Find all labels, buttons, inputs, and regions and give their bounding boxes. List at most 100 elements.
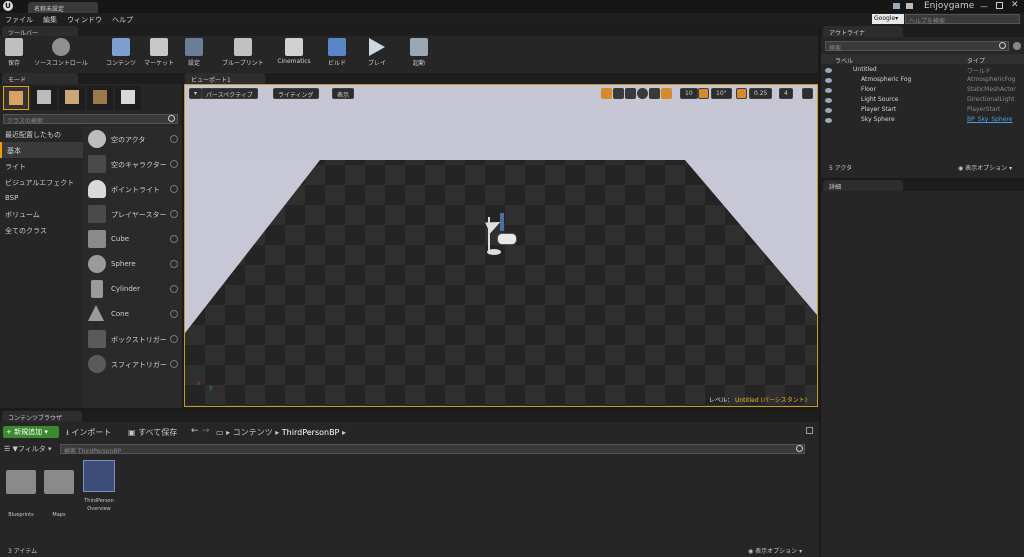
place-item-cube[interactable]: Cube (86, 227, 182, 251)
place-item-cone[interactable]: Cone (86, 302, 182, 326)
grid-snap-icon[interactable] (661, 88, 672, 99)
feedback-icon[interactable] (893, 3, 900, 9)
rotate-icon[interactable] (613, 88, 624, 99)
notification-icon[interactable] (906, 3, 913, 9)
column-type[interactable]: タイプ (967, 56, 985, 65)
visibility-eye-icon[interactable] (825, 108, 832, 113)
breadcrumb-content[interactable]: コンテンツ (233, 428, 273, 437)
mode-tab-foliage[interactable] (87, 86, 113, 110)
class-search-input[interactable]: クラスの検索 (3, 114, 178, 125)
content-view-options[interactable]: ◉ 表示オプション ▾ (748, 546, 802, 555)
lock-icon[interactable] (806, 427, 813, 434)
back-arrow-icon[interactable]: ← (191, 426, 199, 436)
outliner-view-options[interactable]: ◉ 表示オプション ▾ (958, 163, 1012, 172)
marketplace-button[interactable]: マーケット (143, 36, 175, 70)
scale-snap-value[interactable]: 0.25 (749, 88, 773, 99)
help-icon[interactable] (170, 135, 178, 143)
close-button[interactable]: ✕ (1011, 0, 1019, 10)
outliner-row-player-start[interactable]: Player Start PlayerStart (821, 106, 1017, 116)
camera-speed-value[interactable]: 4 (779, 88, 793, 99)
level-tab[interactable]: 名称未設定 (28, 2, 98, 13)
help-icon[interactable] (170, 160, 178, 168)
mode-tab-place[interactable] (3, 86, 29, 110)
place-item-empty-actor[interactable]: 空のアクタ (86, 127, 182, 151)
surface-snap-icon[interactable] (649, 88, 660, 99)
blueprint-button[interactable]: ブループリント (218, 36, 268, 70)
help-icon[interactable] (170, 185, 178, 193)
category-visual-effects[interactable]: ビジュアルエフェクト (0, 174, 83, 190)
help-icon[interactable] (170, 310, 178, 318)
content-search-input[interactable]: 検索 ThirdPersonBP (60, 444, 805, 455)
category-all-classes[interactable]: 全てのクラス (0, 222, 83, 238)
help-icon[interactable] (170, 260, 178, 268)
category-volumes[interactable]: ボリューム (0, 206, 83, 222)
mode-tab-geometry[interactable] (115, 86, 141, 110)
category-lights[interactable]: ライト (0, 158, 83, 174)
show-button[interactable]: 表示 (332, 88, 355, 99)
perspective-button[interactable]: パースペクティブ (201, 88, 258, 99)
translate-icon[interactable] (601, 88, 612, 99)
content-button[interactable]: コンテンツ (104, 36, 138, 70)
play-button[interactable]: プレイ (364, 36, 390, 70)
tab-outliner[interactable]: アウトライナ (823, 26, 903, 37)
help-search-input[interactable]: ヘルプを検索 (905, 14, 1020, 25)
place-item-sphere-trigger[interactable]: スフィアトリガー (86, 352, 182, 376)
mode-tab-paint[interactable] (31, 86, 57, 110)
save-button[interactable]: 保存 (3, 36, 25, 70)
minimize-button[interactable]: — (980, 2, 988, 11)
help-icon[interactable] (170, 285, 178, 293)
outliner-row-atmospheric-fog[interactable]: Atmospheric Fog AtmosphericFog (821, 76, 1017, 86)
asset-tile-blueprints[interactable]: Blueprints (4, 460, 38, 520)
outliner-row-untitled[interactable]: Untitled ワールド (821, 66, 1017, 76)
forward-arrow-icon[interactable]: → (202, 426, 210, 436)
asset-tile-thirdperson-overview[interactable]: ThirdPerson Overview (80, 460, 118, 524)
tab-content-browser[interactable]: コンテンツブラウザ (2, 411, 82, 422)
outliner-row-sky-sphere[interactable]: Sky Sphere BP_Sky_Sphere (821, 116, 1017, 126)
save-all-button[interactable]: ▣ すべて保存 (128, 427, 177, 438)
category-bsp[interactable]: BSP (0, 190, 83, 206)
cinematics-button[interactable]: Cinematics (276, 36, 312, 70)
scale-icon[interactable] (625, 88, 636, 99)
visibility-eye-icon[interactable] (825, 78, 832, 83)
add-new-button[interactable]: + 新規追加 ▾ (3, 426, 59, 438)
visibility-eye-icon[interactable] (825, 98, 832, 103)
tab-modes[interactable]: モード (2, 73, 78, 84)
player-start-gizmo[interactable] (485, 213, 519, 261)
tab-details[interactable]: 詳細 (823, 180, 903, 191)
maximize-button[interactable] (996, 2, 1003, 9)
settings-button[interactable]: 設定 (183, 36, 205, 70)
category-recent[interactable]: 最近配置したもの (0, 126, 83, 142)
place-item-box-trigger[interactable]: ボックストリガー (86, 327, 182, 351)
launch-button[interactable]: 起動 (406, 36, 432, 70)
outliner-settings-icon[interactable] (1013, 42, 1021, 50)
outliner-row-light-source[interactable]: Light Source DirectionalLight (821, 96, 1017, 106)
source-control-button[interactable]: ソースコントロール (30, 36, 92, 70)
search-engine-dropdown[interactable]: Google▾ (872, 14, 904, 24)
help-icon[interactable] (170, 235, 178, 243)
breadcrumb-thirdpersonbp[interactable]: ThirdPersonBP (282, 428, 340, 437)
visibility-eye-icon[interactable] (825, 118, 832, 123)
outliner-search-input[interactable]: 検索 (825, 41, 1009, 52)
place-item-player-start[interactable]: プレイヤースター (86, 202, 182, 226)
place-item-point-light[interactable]: ポイントライト (86, 177, 182, 201)
tab-viewport[interactable]: ビューポート1 (185, 73, 265, 84)
maximize-viewport-button[interactable] (802, 88, 813, 99)
asset-tile-maps[interactable]: Maps (42, 460, 76, 520)
column-label[interactable]: ラベル (835, 56, 853, 65)
scale-snap-toggle[interactable] (736, 88, 747, 99)
category-basic[interactable]: 基本 (0, 142, 83, 158)
help-icon[interactable] (170, 360, 178, 368)
outliner-row-floor[interactable]: Floor StaticMeshActor (821, 86, 1017, 96)
place-item-empty-character[interactable]: 空のキャラクター (86, 152, 182, 176)
viewport-canvas[interactable]: ▾ パースペクティブ ライティング 表示 10 10° 0.25 4 x y レ… (184, 84, 818, 407)
rotation-snap-value[interactable]: 10° (711, 88, 732, 99)
help-icon[interactable] (170, 210, 178, 218)
grid-snap-value[interactable]: 10 (680, 88, 698, 99)
visibility-eye-icon[interactable] (825, 68, 832, 73)
import-button[interactable]: ⭳ インポート (66, 427, 111, 441)
rotation-snap-toggle[interactable] (698, 88, 709, 99)
filter-button[interactable]: ☰ ▼フィルタ ▾ (4, 444, 52, 454)
place-item-cylinder[interactable]: Cylinder (86, 277, 182, 301)
place-item-sphere[interactable]: Sphere (86, 252, 182, 276)
visibility-eye-icon[interactable] (825, 88, 832, 93)
